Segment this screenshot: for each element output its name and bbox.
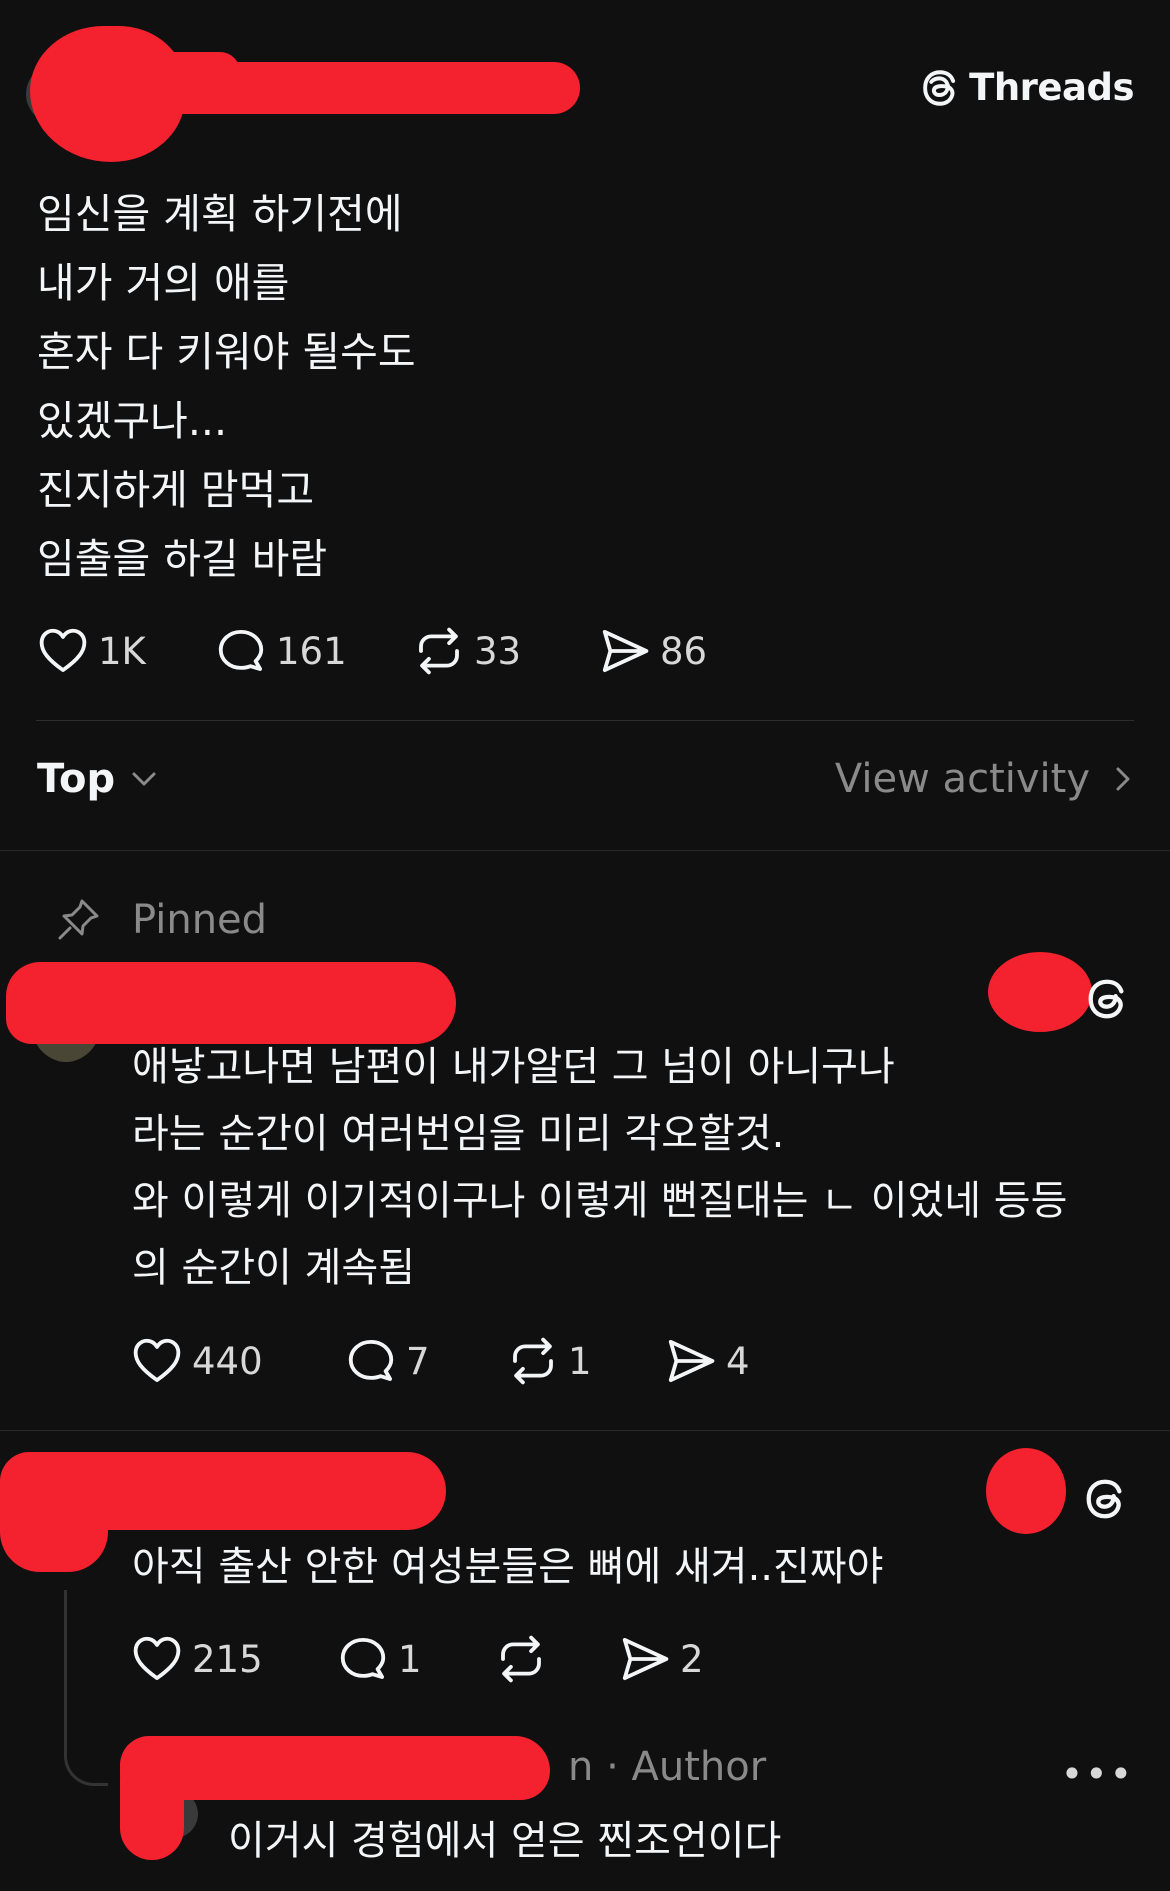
author-badge: n · Author [568,1744,767,1790]
heart-icon [133,1338,181,1383]
sort-dropdown[interactable]: Top [37,756,161,802]
comment-button[interactable]: 161 [214,624,412,678]
section-divider [0,1430,1170,1431]
comment-count: 7 [406,1339,430,1383]
comment-body: 애낳고나면 남편이 내가알던 그 넘이 아니구나 라는 순간이 여러번임을 미리… [132,1034,1067,1302]
reply-thread-line [64,1590,108,1786]
comment-icon [218,629,264,671]
post-actions: 1K 161 33 86 [36,624,707,678]
send-icon [668,1339,715,1383]
comment-count: 161 [276,629,347,673]
heart-icon [39,628,87,673]
heart-icon [133,1636,181,1681]
post-line: 임출을 하길 바람 [37,535,328,583]
redaction-mark [120,1760,184,1860]
threads-logo-icon [923,69,956,106]
comment-line: 라는 순간이 여러번임을 미리 각오할것. [132,1111,785,1157]
redaction-mark [988,952,1092,1032]
pinned-indicator: Pinned [54,896,267,944]
share-count: 2 [680,1637,704,1681]
share-button[interactable]: 2 [618,1632,704,1686]
post-line: 혼자 다 키워야 될수도 [37,328,416,376]
comment-actions: 440 7 1 4 [130,1334,750,1388]
like-button[interactable]: 440 [130,1334,344,1388]
sort-label: Top [37,756,116,802]
comment-line: 와 이렇게 이기적이구나 이렇게 뻔질대는 ㄴ 이었네 등등 [132,1178,1068,1224]
redaction-mark [986,1448,1066,1534]
share-count: 4 [726,1339,750,1383]
repost-icon [419,627,459,675]
comment-icon [340,1637,386,1679]
repost-icon [513,1337,553,1385]
repost-icon [501,1635,541,1683]
repost-button[interactable]: 1 [506,1334,664,1388]
threads-logo-icon[interactable] [1082,1476,1128,1522]
view-activity-link[interactable]: View activity [835,756,1134,802]
post-line: 진지하게 맘먹고 [37,466,315,514]
repost-count: 1 [568,1339,592,1383]
repost-button[interactable]: 33 [412,624,598,678]
section-divider [0,850,1170,851]
like-count: 1K [98,629,146,673]
comment-line: 애낳고나면 남편이 내가알던 그 넘이 아니구나 [132,1044,895,1090]
threads-logo-icon[interactable] [1084,976,1130,1022]
divider [36,720,1134,721]
send-icon [622,1637,669,1681]
like-button[interactable]: 1K [36,624,214,678]
redaction-mark [0,1490,108,1572]
like-button[interactable]: 215 [130,1632,336,1686]
share-button[interactable]: 86 [598,624,707,678]
post-line: 내가 거의 애를 [37,259,290,307]
brand-label: Threads [969,66,1134,109]
like-count: 215 [192,1637,263,1681]
send-icon [602,629,649,673]
comment-button[interactable]: 7 [344,1334,506,1388]
post-line: 있겠구나... [37,397,227,445]
chevron-down-icon [132,772,156,786]
repost-button[interactable] [494,1632,618,1686]
comment-line: 아직 출산 안한 여성분들은 뼈에 새겨..진짜야 [132,1544,884,1590]
share-count: 86 [660,629,708,673]
comment-body: 아직 출산 안한 여성분들은 뼈에 새겨..진짜야 [132,1534,883,1601]
comment-actions: 215 1 2 [130,1632,704,1686]
repost-count: 33 [474,629,522,673]
comment-icon [348,1339,394,1381]
reply-body: 이거시 경험에서 얻은 찐조언이다 [228,1808,781,1875]
pinned-label: Pinned [132,897,268,943]
post-body: 임신을 계획 하기전에 내가 거의 애를 혼자 다 키워야 될수도 있겠구나..… [37,180,416,594]
comment-button[interactable]: 1 [336,1632,494,1686]
redaction-mark [6,962,456,1044]
chevron-right-icon [1116,767,1130,791]
redaction-mark [40,52,240,92]
post-line: 임신을 계획 하기전에 [37,190,403,238]
like-count: 440 [192,1339,263,1383]
pin-icon [58,899,99,940]
comment-count: 1 [398,1637,422,1681]
threads-brand[interactable]: Threads [919,66,1134,109]
comment-line: 의 순간이 계속됨 [132,1245,416,1291]
view-activity-label: View activity [834,756,1090,802]
reply-line: 이거시 경험에서 얻은 찐조언이다 [228,1818,782,1864]
share-button[interactable]: 4 [664,1334,750,1388]
more-options-icon[interactable]: ••• [1061,1752,1134,1796]
redaction-mark [120,1736,550,1800]
